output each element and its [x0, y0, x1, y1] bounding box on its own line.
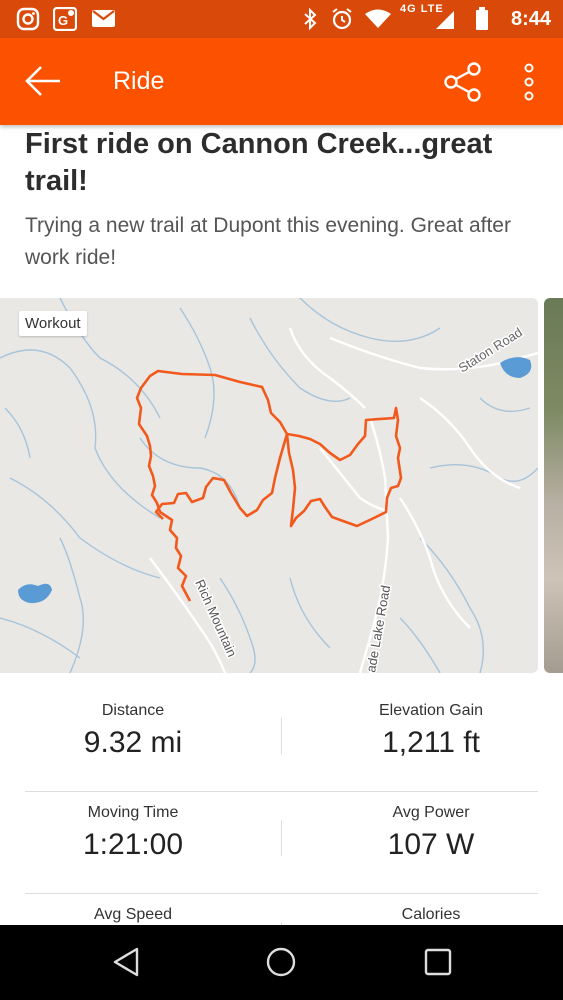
road-label-rich: Rich Mountain — [192, 577, 240, 659]
stat-divider — [281, 718, 282, 754]
stat-elevation-gain: Elevation Gain 1,211 ft — [303, 690, 559, 760]
gmail-icon — [91, 7, 116, 34]
stat-value: 1:21:00 — [82, 828, 184, 861]
back-triangle-icon[interactable] — [112, 947, 140, 982]
stat-value: 9.32 mi — [83, 726, 183, 759]
maps-icon: G — [52, 6, 78, 36]
map-roads — [149, 327, 538, 673]
clock: 8:44 — [510, 8, 551, 30]
stat-label: Moving Time — [87, 804, 179, 821]
stat-divider — [281, 820, 282, 856]
share-icon[interactable] — [444, 62, 482, 107]
stat-moving-time: Moving Time 1:21:00 — [5, 792, 261, 862]
road-label-cascade: ade Lake Road — [363, 584, 393, 673]
wifi-icon — [364, 9, 392, 34]
lake-left — [18, 583, 52, 604]
photo-thumbnail[interactable] — [544, 298, 563, 673]
stats-row: Moving Time 1:21:00 Avg Power 107 W — [25, 792, 538, 894]
stat-avg-power: Avg Power 107 W — [303, 792, 559, 862]
stat-label: Elevation Gain — [378, 702, 484, 719]
svg-text:G: G — [58, 13, 68, 28]
lake-right — [500, 357, 532, 378]
back-arrow-icon[interactable] — [24, 63, 62, 104]
activity-title: First ride on Cannon Creek...great trail… — [25, 128, 493, 197]
bluetooth-icon — [302, 7, 318, 36]
map-streams — [0, 298, 538, 673]
alarm-icon — [330, 7, 354, 36]
more-vert-icon[interactable] — [520, 62, 538, 107]
workout-badge: Workout — [19, 311, 87, 336]
app-bar: Ride — [0, 38, 563, 125]
stat-label: Calories — [401, 906, 461, 923]
stat-label: Avg Speed — [94, 906, 172, 923]
signal-icon — [435, 10, 455, 35]
route-map[interactable]: Staton Road Rich Mountain ade Lake Road — [0, 298, 538, 673]
status-bar: G 4G LTE 8:44 — [0, 0, 563, 38]
home-circle-icon[interactable] — [266, 947, 296, 982]
activity-description: Trying a new trail at Dupont this evenin… — [25, 214, 511, 269]
instagram-icon — [16, 7, 40, 36]
page-title: Ride — [113, 67, 165, 95]
stat-value: 1,211 ft — [382, 726, 480, 759]
battery-icon — [475, 7, 489, 36]
stats-row: Distance 9.32 mi Elevation Gain 1,211 ft — [25, 690, 538, 792]
stat-distance: Distance 9.32 mi — [5, 690, 261, 760]
stat-label: Avg Power — [392, 804, 470, 821]
recents-square-icon[interactable] — [424, 947, 452, 982]
map-canvas: Staton Road Rich Mountain ade Lake Road — [0, 298, 538, 673]
stat-value: 107 W — [387, 828, 475, 861]
system-nav-bar — [0, 925, 563, 1000]
stat-label: Distance — [101, 702, 165, 719]
